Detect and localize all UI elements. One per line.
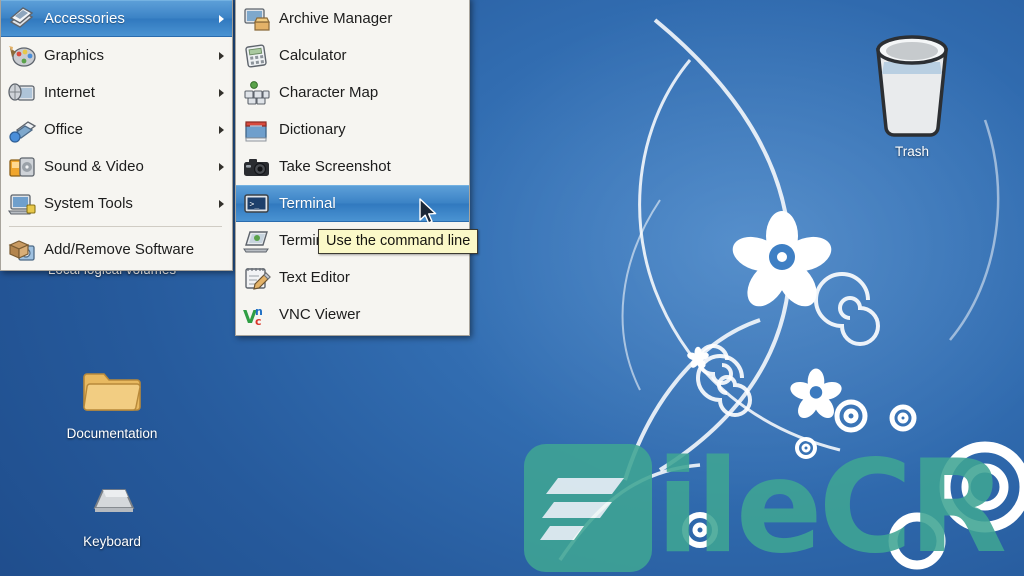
vnc-viewer-icon: V n c <box>242 301 272 329</box>
calculator-icon <box>242 42 272 70</box>
submenu-item-take-screenshot[interactable]: Take Screenshot <box>236 148 469 185</box>
submenu-item-archive-manager[interactable]: Archive Manager <box>236 0 469 37</box>
chevron-right-icon <box>219 125 224 134</box>
tooltip-text: Use the command line <box>326 233 471 249</box>
folder-icon <box>46 360 178 422</box>
desktop-icon-label: Keyboard <box>83 534 141 549</box>
dictionary-icon <box>242 116 272 144</box>
menu-item-label: Add/Remove Software <box>44 241 195 258</box>
desktop-icon-label: Trash <box>894 144 929 159</box>
system-tools-icon <box>7 190 37 218</box>
submenu-item-label: Text Editor <box>279 269 350 286</box>
svg-text:>_: >_ <box>250 199 260 208</box>
menu-item-label: Office <box>44 121 83 138</box>
menu-item-office[interactable]: Office <box>1 111 232 148</box>
menu-item-label: Sound & Video <box>44 158 144 175</box>
office-icon <box>7 116 37 144</box>
submenu-item-dictionary[interactable]: Dictionary <box>236 111 469 148</box>
accessories-submenu[interactable]: Archive Manager Calculator Character Map… <box>235 0 470 336</box>
desktop-icon-documentation[interactable]: Documentation <box>46 360 178 441</box>
archive-manager-icon <box>242 5 272 33</box>
menu-item-label: Internet <box>44 84 95 101</box>
menu-item-label: Accessories <box>44 10 125 27</box>
submenu-item-label: Archive Manager <box>279 10 393 27</box>
menu-item-accessories[interactable]: Accessories <box>1 0 232 37</box>
mouse-cursor <box>418 198 440 228</box>
text-editor-icon <box>242 264 272 292</box>
submenu-item-character-map[interactable]: Character Map <box>236 74 469 111</box>
desktop-icon-label: Documentation <box>66 426 158 441</box>
package-icon <box>7 236 37 264</box>
menu-item-system-tools[interactable]: System Tools <box>1 185 232 222</box>
tooltip: Use the command line <box>318 229 479 254</box>
svg-text:c: c <box>255 315 262 328</box>
camera-icon <box>242 153 272 181</box>
desktop-icon-trash[interactable]: Trash <box>846 22 978 159</box>
filecr-logo-badge <box>524 444 652 572</box>
submenu-item-label: Calculator <box>279 47 347 64</box>
menu-separator <box>9 226 222 227</box>
keyboard-icon <box>46 468 178 530</box>
chevron-right-icon <box>219 51 224 60</box>
applications-main-menu[interactable]: Accessories Graphics Internet Office Sou… <box>0 0 233 271</box>
accessories-icon <box>7 5 37 33</box>
trash-icon <box>846 22 978 140</box>
chevron-right-icon <box>219 88 224 97</box>
internet-icon <box>7 79 37 107</box>
submenu-item-text-editor[interactable]: Text Editor <box>236 259 469 296</box>
submenu-item-label: Character Map <box>279 84 379 101</box>
submenu-item-calculator[interactable]: Calculator <box>236 37 469 74</box>
submenu-item-label: Take Screenshot <box>279 158 391 175</box>
menu-item-label: System Tools <box>44 195 133 212</box>
menu-item-graphics[interactable]: Graphics <box>1 37 232 74</box>
filecr-watermark: ileCR <box>524 433 1007 576</box>
menu-item-sound-video[interactable]: Sound & Video <box>1 148 232 185</box>
menu-item-add-remove-software[interactable]: Add/Remove Software <box>1 231 232 268</box>
character-map-icon <box>242 79 272 107</box>
chevron-right-icon <box>219 14 224 23</box>
menu-item-label: Graphics <box>44 47 105 64</box>
submenu-item-label: Dictionary <box>279 121 346 138</box>
desktop-icon-keyboard[interactable]: Keyboard <box>46 468 178 549</box>
chevron-right-icon <box>219 199 224 208</box>
graphics-icon <box>7 42 37 70</box>
submenu-item-vnc-viewer[interactable]: V n c VNC Viewer <box>236 296 469 333</box>
submenu-item-label: VNC Viewer <box>279 306 361 323</box>
terminal-alt-icon <box>242 227 272 255</box>
terminal-icon: >_ <box>242 190 272 218</box>
menu-item-internet[interactable]: Internet <box>1 74 232 111</box>
filecr-wordmark: ileCR <box>656 433 1007 576</box>
sound-video-icon <box>7 153 37 181</box>
chevron-right-icon <box>219 162 224 171</box>
